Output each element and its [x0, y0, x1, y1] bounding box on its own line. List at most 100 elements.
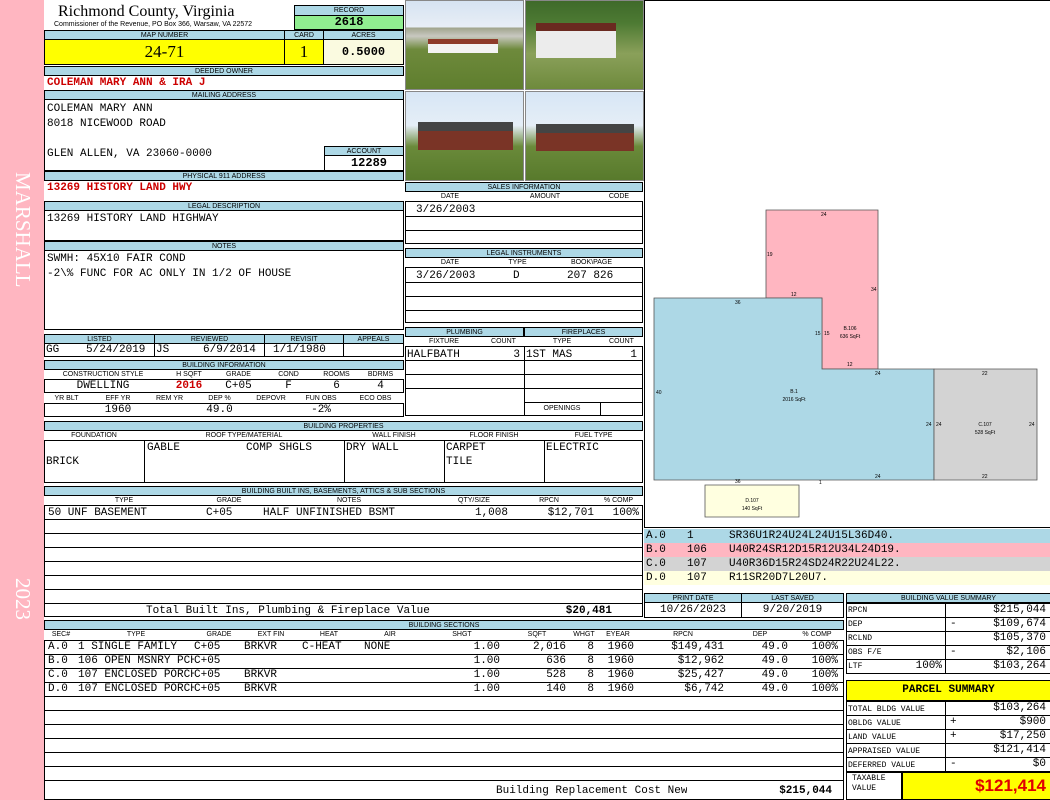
builtin-grade-header: GRADE: [216, 497, 242, 504]
sections-row-rule: [44, 738, 844, 739]
sketch-dim: 15: [824, 331, 830, 337]
vector-section: B.0: [646, 544, 666, 556]
bvs-value: $2,106: [1006, 646, 1046, 658]
section-cell-comp: 100%: [811, 683, 838, 695]
building-value-summary-label: BUILDING VALUE SUMMARY: [846, 593, 1050, 603]
section-cell-dep: 49.0: [761, 655, 788, 667]
foundation-value: BRICK: [46, 456, 80, 468]
openings-label: OPENINGS: [543, 405, 581, 412]
sketch-dim: 24: [936, 422, 942, 428]
section-cell-air: NONE: [364, 641, 391, 653]
sections-row-rule: [44, 710, 844, 711]
bvs-value: $215,044: [993, 604, 1046, 616]
vector-code: SR36U1R24U24L24U15L36D40.: [729, 530, 895, 542]
section-cell-eyear: 1960: [607, 655, 634, 667]
builtin-grade: C+05: [206, 507, 233, 519]
sketch-area-a: 2016 SqFt: [782, 397, 806, 403]
mailing-line-3: GLEN ALLEN, VA 23060-0000: [47, 148, 213, 160]
hsqft-header: H SQFT: [176, 371, 202, 378]
builtin-type-header: TYPE: [114, 497, 134, 504]
sketch-label-a: B.1: [790, 389, 798, 395]
dep-value: 49.0: [206, 404, 233, 416]
summary-value: $17,250: [999, 730, 1046, 742]
sales-amount-header: AMOUNT: [529, 193, 561, 200]
wall-finish-header: WALL FINISH: [372, 432, 416, 439]
section-cell-shgt: 1.00: [473, 655, 500, 667]
sections-header-cell: EXT FIN: [257, 631, 285, 638]
property-photo-3: [405, 91, 524, 181]
section-cell-shgt: 1.00: [473, 669, 500, 681]
fixture-rule: [405, 388, 643, 389]
property-photo-4: [525, 91, 644, 181]
bvs-key: DEP: [848, 620, 863, 629]
vector-code: U40R36D15R24SD24R22U24L22.: [729, 558, 901, 570]
vector-number: 1: [687, 530, 694, 542]
vector-number: 107: [687, 572, 707, 584]
account-number: 12289: [324, 155, 404, 171]
section-cell-rpcn: $149,431: [671, 641, 724, 653]
floor-finish-1: CARPET: [446, 442, 486, 454]
card-number: 1: [284, 39, 324, 65]
sections-header-cell: AIR: [384, 631, 396, 638]
builtins-total-label: Total Built Ins, Plumbing & Fireplace Va…: [146, 605, 430, 617]
builtin-type: 50 UNF BASEMENT: [48, 507, 148, 519]
bvs-sign: -: [950, 646, 957, 658]
properties-divider: [344, 440, 345, 483]
reviewed-by: JS: [156, 344, 170, 356]
building-sections-label: BUILDING SECTIONS: [44, 620, 844, 630]
taxable-label: TAXABLE VALUE: [852, 774, 886, 793]
brcn-label: Building Replacement Cost New: [496, 785, 688, 797]
vector-number: 107: [687, 558, 707, 570]
properties-divider: [544, 440, 545, 483]
sales-date: 3/26/2003: [416, 204, 476, 216]
property-photo-2: [525, 0, 644, 90]
section-cell-type: 107 ENCLOSED PORCH: [78, 683, 194, 695]
built-ins-label: BUILDING BUILT INS, BASEMENTS, ATTICS & …: [44, 486, 643, 496]
mailing-line-2: 8018 NICEWOOD ROAD: [47, 118, 166, 130]
review-divider: [264, 343, 265, 357]
sketch-dim: 24: [1029, 422, 1035, 428]
instrument-type-header: TYPE: [508, 259, 527, 266]
builtin-rpcn: $12,701: [547, 507, 594, 519]
district-label: MARSHALL: [11, 172, 35, 288]
builtins-total: $20,481: [565, 605, 612, 617]
summary-sign: -: [950, 758, 957, 770]
vector-section: A.0: [646, 530, 666, 542]
sketch-dim: 24: [821, 212, 827, 218]
section-cell-heat: C-HEAT: [302, 641, 342, 653]
section-cell-type: 1 SINGLE FAMILY: [78, 641, 178, 653]
sales-code-header: CODE: [608, 193, 630, 200]
vector-number: 106: [687, 544, 707, 556]
section-cell-sqft: 2,016: [532, 641, 566, 653]
section-cell-whgt: 8: [587, 641, 594, 653]
building-properties-label: BUILDING PROPERTIES: [44, 421, 643, 431]
sections-row-rule: [44, 752, 844, 753]
section-cell-sqft: 140: [546, 683, 566, 695]
sales-rule: [405, 230, 643, 231]
bdrms-header: BDRMS: [367, 371, 394, 378]
funobs-value: -2%: [311, 404, 331, 416]
section-cell-grade: C+05: [194, 655, 221, 667]
listed-by: GG: [46, 344, 60, 356]
section-cell-comp: 100%: [811, 655, 838, 667]
legal-instruments-label: LEGAL INSTRUMENTS: [405, 248, 643, 258]
sections-header-cell: SEC#: [51, 631, 71, 638]
sketch-dim: 19: [767, 252, 773, 258]
sections-header-cell: SQFT: [527, 631, 547, 638]
vector-section: D.0: [646, 572, 666, 584]
summary-sign: +: [950, 716, 957, 728]
rooms-value: 6: [333, 380, 340, 392]
rooms-header: ROOMS: [323, 371, 350, 378]
district-strip: [0, 0, 44, 800]
fixture-name: HALFBATH: [407, 349, 460, 361]
summary-value: $900: [1019, 716, 1046, 728]
bvs-value: $105,370: [993, 632, 1046, 644]
sketch-dim: 24: [875, 474, 881, 480]
listed-date: 5/24/2019: [86, 344, 146, 356]
review-divider: [154, 343, 155, 357]
section-cell-whgt: 8: [587, 683, 594, 695]
revisit-date: 1/1/1980: [273, 344, 326, 356]
sketch-dim: 40: [656, 390, 662, 396]
sketch-dim: 12: [791, 292, 797, 298]
sketch-dim: 36: [735, 300, 741, 306]
